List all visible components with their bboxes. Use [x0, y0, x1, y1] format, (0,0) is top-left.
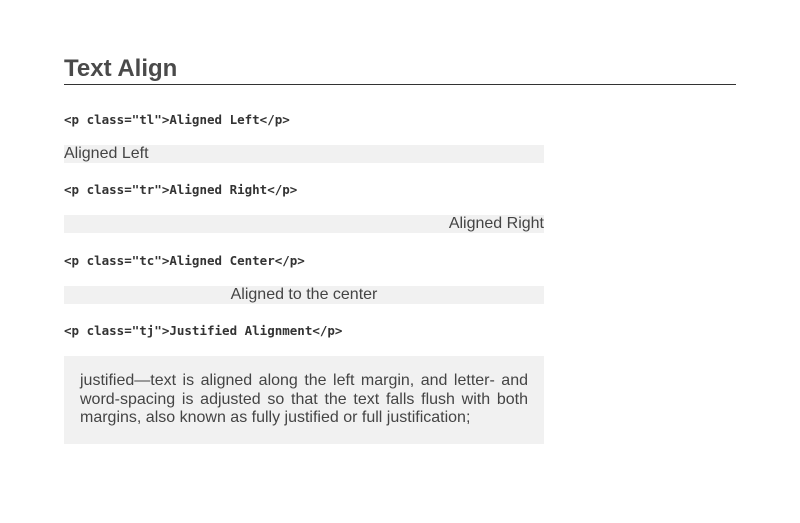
sample-aligned-left: Aligned Left [64, 145, 544, 163]
code-snippet-left: <p class="tl">Aligned Left</p> [64, 112, 290, 127]
sample-aligned-center: Aligned to the center [64, 286, 544, 304]
page: Text Align <p class="tl">Aligned Left</p… [0, 0, 800, 523]
code-snippet-right: <p class="tr">Aligned Right</p> [64, 182, 298, 197]
title-divider [64, 84, 736, 85]
code-snippet-justify: <p class="tj">Justified Alignment</p> [64, 323, 343, 338]
page-title: Text Align [64, 55, 178, 82]
sample-aligned-right: Aligned Right [64, 215, 544, 233]
code-snippet-center: <p class="tc">Aligned Center</p> [64, 253, 305, 268]
sample-justified: justified—text is aligned along the left… [64, 356, 544, 444]
